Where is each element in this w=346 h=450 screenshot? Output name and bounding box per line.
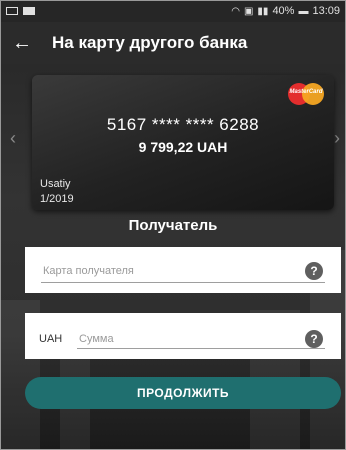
help-icon[interactable]: ? [305, 330, 323, 348]
sim-icon: ▣ [243, 5, 254, 17]
battery-level: 40% [272, 5, 295, 17]
currency-label: UAH [39, 333, 63, 345]
input-underline [41, 282, 325, 283]
recipient-card-placeholder: Карта получателя [43, 265, 134, 277]
card-expiry: 1/2019 [40, 193, 74, 205]
chevron-right-icon[interactable]: › [334, 128, 340, 149]
recipient-card-field[interactable]: Карта получателя ? [25, 247, 341, 293]
amount-field[interactable]: UAH Сумма ? [25, 313, 341, 359]
notification-icon [23, 7, 35, 15]
status-indicators: ◠ ▣ ▮▮ 40% ▬ 13:09 [231, 5, 340, 17]
bank-card[interactable]: MasterCard 5167 **** **** 6288 9 799,22 … [32, 75, 334, 210]
notification-icon [6, 7, 18, 15]
page-title: На карту другого банка [52, 33, 248, 52]
status-notifications [6, 7, 35, 15]
recipient-heading: Получатель [128, 217, 218, 234]
input-underline [77, 348, 325, 349]
battery-icon: ▬ [298, 5, 309, 17]
status-bar: ◠ ▣ ▮▮ 40% ▬ 13:09 [0, 0, 346, 22]
help-icon[interactable]: ? [305, 262, 323, 280]
back-arrow-icon[interactable]: ← [0, 22, 44, 64]
chevron-left-icon[interactable]: ‹ [10, 128, 16, 149]
app-bar: ← На карту другого банка [0, 22, 346, 64]
card-balance: 9 799,22 UAH [138, 139, 228, 155]
wifi-icon: ◠ [231, 5, 240, 17]
amount-placeholder: Сумма [79, 333, 114, 345]
clock: 13:09 [312, 5, 340, 17]
signal-icon: ▮▮ [257, 5, 269, 17]
mastercard-logo: MasterCard [288, 83, 324, 105]
card-holder: Usatiy [40, 178, 71, 190]
card-number: 5167 **** **** 6288 [106, 115, 260, 134]
continue-button[interactable]: ПРОДОЛЖИТЬ [25, 377, 341, 409]
